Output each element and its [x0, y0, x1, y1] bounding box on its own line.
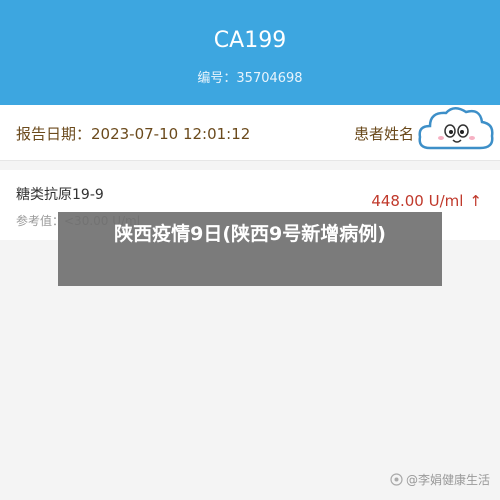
test-name: 糖类抗原19-9 [16, 187, 104, 203]
serial-number: 编号：35704698 [197, 71, 303, 86]
test-value: 448.00 U/ml ↑ [371, 192, 482, 210]
report-header: CA199 编号：35704698 [0, 0, 500, 105]
up-arrow-icon: ↑ [469, 192, 482, 210]
headline-overlay: 陕西疫情9日(陕西9号新增病例) [58, 212, 442, 286]
watermark-logo-icon [390, 473, 403, 486]
test-value-text: 448.00 U/ml [371, 192, 464, 210]
report-date: 报告日期：2023-07-10 12:01:12 [16, 125, 251, 143]
watermark-text: @李娟健康生活 [405, 473, 490, 487]
test-code-title: CA199 [213, 28, 287, 53]
cloud-sticker-icon [418, 107, 494, 150]
watermark: @李娟健康生活 [390, 471, 490, 488]
patient-name-label: 患者姓名 [354, 125, 415, 143]
